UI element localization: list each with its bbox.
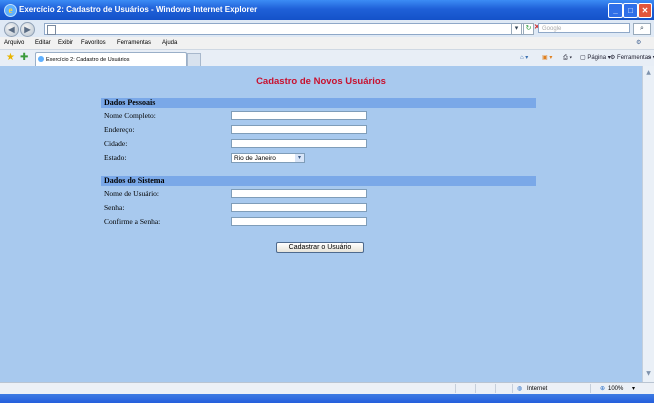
endereco-input[interactable] (231, 125, 367, 134)
estado-select[interactable]: Rio de Janeiro ▾ (231, 153, 305, 163)
address-input[interactable] (44, 23, 526, 35)
section-dados-pessoais: Dados Pessoais (101, 98, 536, 108)
maximize-button[interactable]: □ (623, 3, 638, 18)
tools-menu-label: Ferramentas (617, 55, 652, 61)
tab-favicon-icon (38, 56, 44, 62)
menu-favoritos[interactable]: Favoritos (81, 38, 106, 48)
zoom-dropdown-icon[interactable]: ▾ (632, 384, 635, 394)
address-bar: ◀ ▶ ▾ ↻ ✕ Google ⌕ (0, 20, 654, 38)
menu-ferramentas[interactable]: Ferramentas (117, 38, 151, 48)
menu-bar: Arquivo Editar Exibir Favoritos Ferramen… (0, 37, 654, 50)
label-nome-de-usuario: Nome de Usuário: (104, 189, 159, 198)
menu-editar[interactable]: Editar (35, 38, 51, 48)
chevron-down-icon[interactable]: ▾ (295, 154, 304, 162)
nome-completo-input[interactable] (231, 111, 367, 120)
zoom-level[interactable]: 100% (608, 384, 623, 394)
page-menu[interactable]: ▢ Página ▾ (580, 53, 611, 63)
new-tab-button[interactable] (187, 53, 201, 67)
page-title: Cadastro de Novos Usuários (256, 76, 386, 87)
feeds-icon[interactable]: ▣ ▾ (542, 53, 552, 63)
section-title: Dados do Sistema (104, 176, 165, 185)
label-cidade: Cidade: (104, 139, 128, 148)
label-nome-completo: Nome Completo: (104, 111, 156, 120)
refresh-icon[interactable]: ↻ (523, 23, 534, 35)
label-confirme-senha: Confirme a Senha: (104, 217, 161, 226)
window-title: Exercício 2: Cadastro de Usuários - Wind… (19, 5, 258, 14)
status-divider (512, 384, 513, 393)
internet-explorer-icon: e (4, 4, 17, 17)
home-icon[interactable]: ⌂ ▾ (520, 53, 528, 63)
section-dados-do-sistema: Dados do Sistema (101, 176, 536, 186)
forward-button[interactable]: ▶ (20, 22, 35, 37)
page-menu-label: Página (587, 55, 607, 61)
zoom-icon[interactable]: ⊕ (600, 384, 605, 394)
status-divider (455, 384, 456, 393)
confirme-senha-input[interactable] (231, 217, 367, 226)
address-dropdown-icon[interactable]: ▾ (511, 23, 522, 35)
search-icon[interactable]: ⌕ (633, 23, 651, 35)
menu-exibir[interactable]: Exibir (58, 38, 73, 48)
cidade-input[interactable] (231, 139, 367, 148)
search-input[interactable]: Google (538, 23, 630, 33)
scroll-down-icon[interactable]: ▼ (644, 369, 653, 378)
add-favorites-icon[interactable]: ✚ (20, 52, 28, 64)
label-estado: Estado: (104, 153, 127, 162)
page-icon (47, 25, 56, 35)
page-content: Cadastro de Novos Usuários Dados Pessoai… (0, 66, 642, 382)
links-icon[interactable]: ⚙ (636, 38, 641, 48)
status-divider (590, 384, 591, 393)
menu-ajuda[interactable]: Ajuda (162, 38, 177, 48)
scroll-up-icon[interactable]: ▲ (644, 68, 653, 77)
tab-bar: ★ ✚ Exercício 2: Cadastro de Usuários ⌂ … (0, 50, 654, 67)
taskbar (0, 394, 654, 403)
label-endereco: Endereço: (104, 125, 135, 134)
status-divider (495, 384, 496, 393)
toolbar-overflow-icon[interactable]: » (648, 53, 651, 63)
minimize-button[interactable]: _ (608, 3, 623, 18)
tab-title: Exercício 2: Cadastro de Usuários (46, 57, 130, 63)
status-divider (475, 384, 476, 393)
browser-tab[interactable]: Exercício 2: Cadastro de Usuários (35, 52, 187, 67)
print-icon[interactable]: ⎙ ▾ (563, 53, 572, 63)
favorites-star-icon[interactable]: ★ (6, 52, 15, 64)
security-zone: Internet (527, 386, 548, 392)
menu-arquivo[interactable]: Arquivo (4, 38, 24, 48)
estado-selected-value: Rio de Janeiro (234, 155, 276, 162)
globe-icon: ◍ (517, 386, 523, 392)
window-titlebar: e Exercício 2: Cadastro de Usuários - Wi… (0, 0, 654, 20)
close-button[interactable]: ✕ (638, 3, 652, 18)
nome-de-usuario-input[interactable] (231, 189, 367, 198)
back-button[interactable]: ◀ (4, 22, 19, 37)
section-title: Dados Pessoais (104, 98, 156, 107)
cadastrar-usuario-button[interactable]: Cadastrar o Usuário (276, 242, 364, 253)
label-senha: Senha: (104, 203, 125, 212)
vertical-scrollbar[interactable]: ▲ ▼ (642, 66, 654, 382)
senha-input[interactable] (231, 203, 367, 212)
